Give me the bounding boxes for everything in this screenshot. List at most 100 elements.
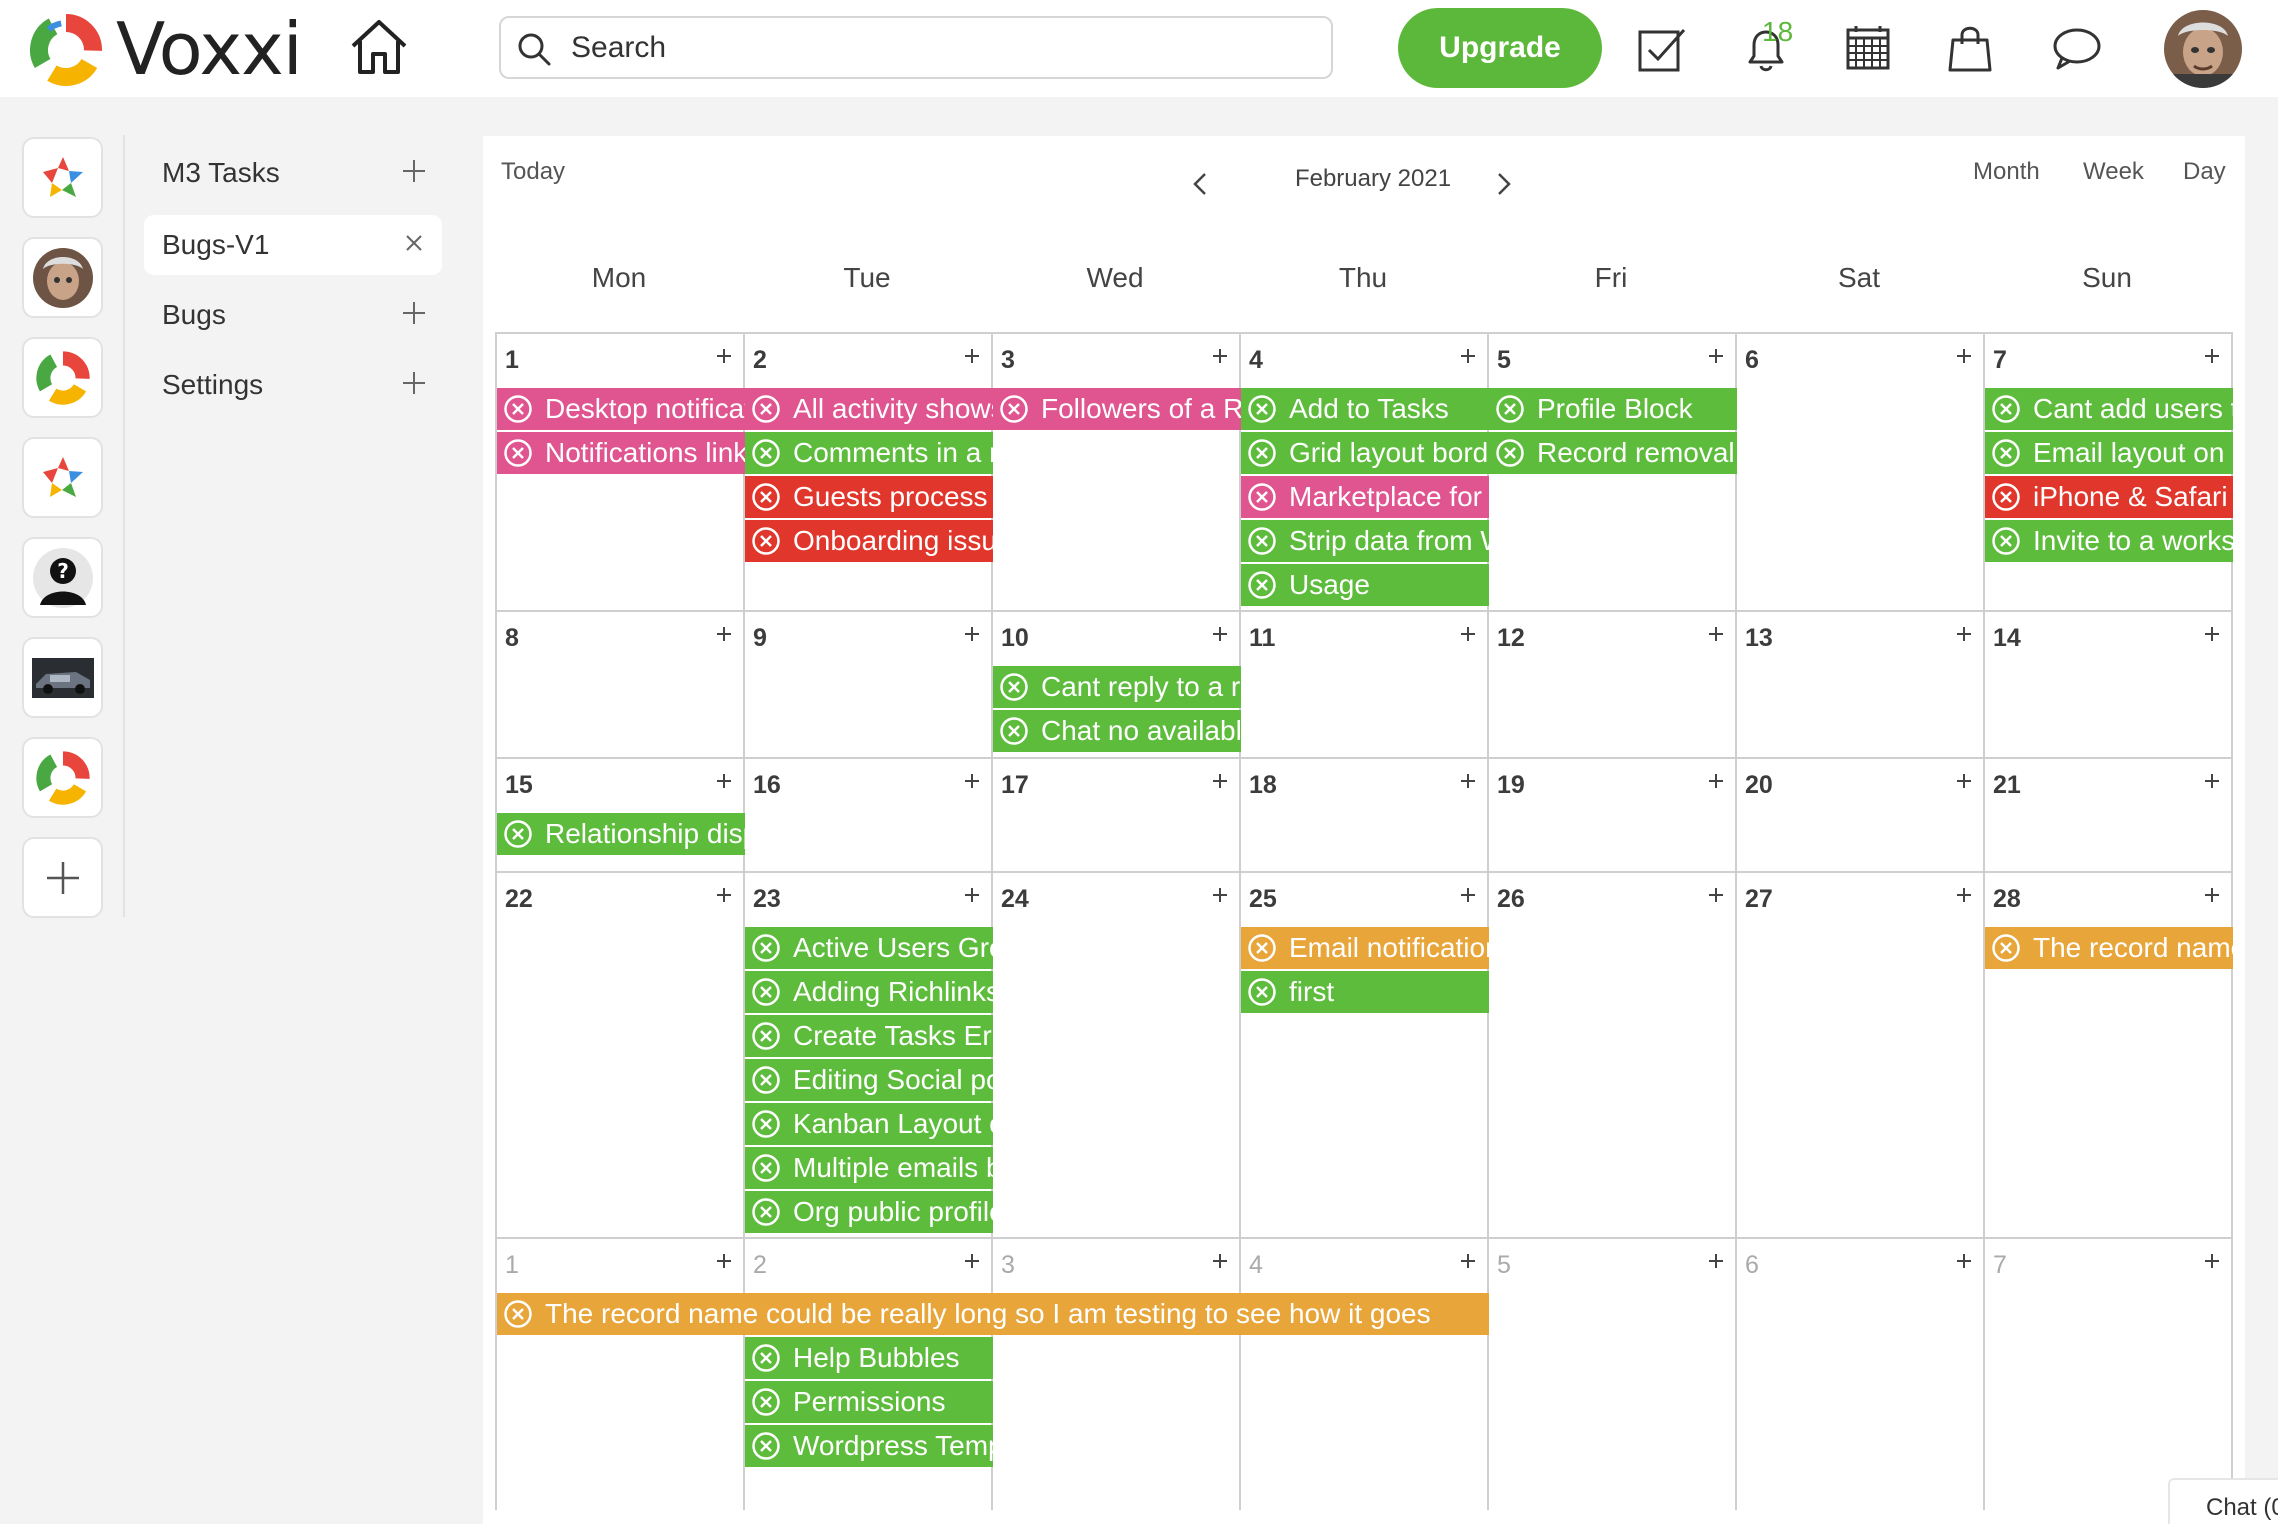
calendar-icon[interactable] (1838, 18, 1898, 78)
add-event-plus-icon[interactable] (711, 768, 737, 794)
add-event-plus-icon[interactable] (1703, 1248, 1729, 1274)
event-bar[interactable]: Record removal (1489, 432, 1737, 474)
event-bar[interactable]: Notifications links (497, 432, 745, 474)
plus-icon[interactable] (398, 367, 430, 399)
day-cell[interactable]: 6 (1737, 1239, 1985, 1510)
event-bar[interactable]: Chat no available (993, 710, 1241, 752)
workspace-avatar-elder[interactable] (22, 237, 103, 318)
voxxi-logo-icon[interactable] (29, 13, 103, 87)
day-cell[interactable]: 11 (1241, 612, 1489, 759)
add-event-plus-icon[interactable] (2199, 1248, 2225, 1274)
day-cell[interactable]: 22 (497, 873, 745, 1239)
add-event-plus-icon[interactable] (2199, 343, 2225, 369)
event-bar[interactable]: Grid layout borders (1241, 432, 1489, 474)
day-cell[interactable]: 6 (1737, 334, 1985, 612)
add-event-plus-icon[interactable] (1207, 768, 1233, 794)
workspace-voxxi-logo[interactable] (22, 337, 103, 418)
workspace-car-image[interactable] (22, 637, 103, 718)
day-cell[interactable]: 26 (1489, 873, 1737, 1239)
add-event-plus-icon[interactable] (2199, 621, 2225, 647)
add-event-plus-icon[interactable] (959, 343, 985, 369)
search-input[interactable] (571, 24, 1311, 72)
event-bar[interactable]: Editing Social posts (745, 1059, 993, 1101)
add-event-plus-icon[interactable] (1951, 1248, 1977, 1274)
add-event-plus-icon[interactable] (711, 1248, 737, 1274)
add-event-plus-icon[interactable] (1207, 882, 1233, 908)
tasks-checkbox-icon[interactable] (1632, 18, 1692, 78)
add-event-plus-icon[interactable] (1951, 882, 1977, 908)
search-bar[interactable] (499, 16, 1333, 79)
event-bar[interactable]: iPhone & Safari issues (1985, 476, 2233, 518)
upgrade-button[interactable]: Upgrade (1398, 8, 1602, 88)
add-event-plus-icon[interactable] (711, 343, 737, 369)
home-icon[interactable] (345, 14, 413, 82)
view-week-button[interactable]: Week (2083, 158, 2144, 186)
plus-icon[interactable] (398, 297, 430, 329)
profile-avatar[interactable] (2164, 10, 2242, 88)
nav-item-bugs[interactable]: Bugs (144, 285, 442, 345)
day-cell[interactable]: 12 (1489, 612, 1737, 759)
day-cell[interactable]: 3 (993, 1239, 1241, 1510)
shopping-bag-icon[interactable] (1940, 18, 2000, 78)
add-event-plus-icon[interactable] (1703, 621, 1729, 647)
add-event-plus-icon[interactable] (1455, 1248, 1481, 1274)
event-bar[interactable]: Adding Richlinks (745, 971, 993, 1013)
event-bar[interactable]: Strip data from Word (1241, 520, 1489, 562)
add-event-plus-icon[interactable] (1703, 882, 1729, 908)
add-event-plus-icon[interactable] (1207, 343, 1233, 369)
chevron-left-icon[interactable] (1183, 166, 1219, 202)
event-bar[interactable]: Cant add users to (1985, 388, 2233, 430)
add-event-plus-icon[interactable] (1455, 621, 1481, 647)
add-event-plus-icon[interactable] (1951, 768, 1977, 794)
event-bar[interactable]: Create Tasks Error (745, 1015, 993, 1057)
workspace-unknown-user[interactable]: ? (22, 537, 103, 618)
day-cell[interactable]: 20 (1737, 759, 1985, 873)
add-event-plus-icon[interactable] (2199, 768, 2225, 794)
event-bar[interactable]: Wordpress Templates (745, 1425, 993, 1467)
day-cell[interactable]: 7 (1985, 1239, 2233, 1510)
add-event-plus-icon[interactable] (711, 621, 737, 647)
event-bar[interactable]: Invite to a workspace (1985, 520, 2233, 562)
add-event-plus-icon[interactable] (2199, 882, 2225, 908)
add-event-plus-icon[interactable] (959, 768, 985, 794)
nav-item-bugs-v1[interactable]: Bugs-V1 (144, 215, 442, 275)
event-bar[interactable]: Onboarding issues (745, 520, 993, 562)
event-bar[interactable]: The record name could be really long so … (497, 1293, 1489, 1335)
event-bar[interactable]: Marketplace for (1241, 476, 1489, 518)
day-cell[interactable]: 13 (1737, 612, 1985, 759)
add-event-plus-icon[interactable] (959, 882, 985, 908)
event-bar[interactable]: Profile Block (1489, 388, 1737, 430)
day-cell[interactable]: 3 (993, 334, 1241, 612)
add-event-plus-icon[interactable] (1455, 343, 1481, 369)
event-bar[interactable]: Help Bubbles (745, 1337, 993, 1379)
day-cell[interactable]: 18 (1241, 759, 1489, 873)
add-event-plus-icon[interactable] (1455, 882, 1481, 908)
plus-icon[interactable] (398, 155, 430, 187)
add-event-plus-icon[interactable] (1207, 1248, 1233, 1274)
add-event-plus-icon[interactable] (959, 1248, 985, 1274)
event-bar[interactable]: Kanban Layout changes (745, 1103, 993, 1145)
event-bar[interactable]: first (1241, 971, 1489, 1013)
view-day-button[interactable]: Day (2183, 158, 2226, 186)
day-cell[interactable]: 27 (1737, 873, 1985, 1239)
event-bar[interactable]: Guests process (745, 476, 993, 518)
event-bar[interactable]: Active Users Green (745, 927, 993, 969)
event-bar[interactable]: Usage (1241, 564, 1489, 606)
day-cell[interactable]: 21 (1985, 759, 2233, 873)
event-bar[interactable]: Comments in a record (745, 432, 993, 474)
chevron-right-icon[interactable] (1485, 166, 1521, 202)
add-event-plus-icon[interactable] (1951, 343, 1977, 369)
event-bar[interactable]: Multiple emails bug (745, 1147, 993, 1189)
today-button[interactable]: Today (501, 158, 565, 186)
nav-item-settings[interactable]: Settings (144, 355, 442, 415)
day-cell[interactable]: 5 (1489, 1239, 1737, 1510)
add-event-plus-icon[interactable] (1455, 768, 1481, 794)
add-event-plus-icon[interactable] (1703, 768, 1729, 794)
day-cell[interactable]: 9 (745, 612, 993, 759)
day-cell[interactable]: 4 (1241, 1239, 1489, 1510)
day-cell[interactable]: 24 (993, 873, 1241, 1239)
event-bar[interactable]: The record name could be really long (1985, 927, 2233, 969)
event-bar[interactable]: Permissions (745, 1381, 993, 1423)
add-workspace-button[interactable] (22, 837, 103, 918)
event-bar[interactable]: Email notifications (1241, 927, 1489, 969)
